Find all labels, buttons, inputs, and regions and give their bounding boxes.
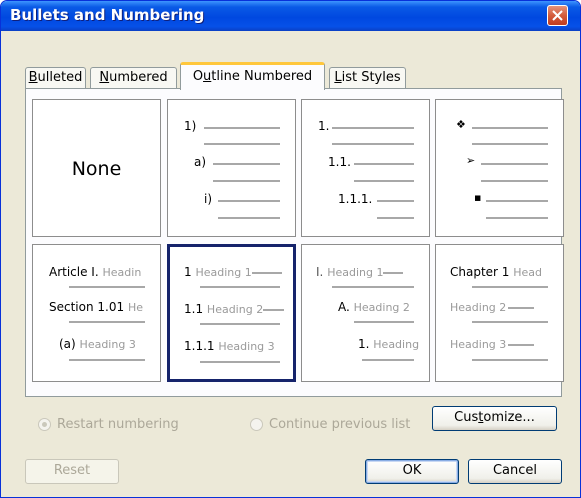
level-1-entry: Chapter 1 Head [450,265,543,279]
square-bullet-icon: ▪ [474,191,482,204]
tab-numbered[interactable]: Numbered [90,67,177,89]
customize-label-pre: Cus [454,410,479,425]
gallery-cell-roman-heading[interactable]: I. Heading 1 A. Heading 2 1. Heading [301,244,430,382]
cancel-button[interactable]: Cancel [468,459,562,484]
continue-previous-list-radio[interactable]: Continue previous list [250,417,410,432]
customize-label-post: omize... [483,410,535,425]
diamond-bullet-icon: ❖ [456,118,466,131]
level-3-number: 1.1.1. [338,192,373,206]
level-3-entry: 1. Heading [358,337,420,351]
bullets-numbering-dialog: Bullets and Numbering Bulleted Numbered … [0,0,581,498]
gallery-cell-none[interactable]: None [32,99,161,237]
close-button[interactable] [547,5,568,26]
gallery-cell-legal-heading[interactable]: 1 Heading 1 1.1 Heading 2 1.1.1 Heading … [167,244,296,382]
tab-label-post: umbered [109,70,168,85]
level-3-entry: 1.1.1 Heading 3 [184,339,275,353]
restart-numbering-label: Restart numbering [57,417,179,432]
level-2-number: a) [194,155,207,169]
level-3-number: i) [204,192,213,206]
radio-unselected-icon [250,418,263,431]
level-3-entry: Heading 3 [450,337,562,351]
window-title: Bullets and Numbering [10,6,205,24]
ok-button[interactable]: OK [365,459,459,484]
customize-button[interactable]: Customize... [432,406,557,431]
level-1-number: 1) [184,119,197,133]
level-2-entry: 1.1 Heading 2 [184,302,284,316]
level-2-entry: A. Heading 2 [338,300,410,314]
gallery-cell-bullets[interactable]: ❖ ➢ ▪ [435,99,564,237]
tab-label-post: tline Numbered [211,69,313,84]
tab-label-post: ulleted [37,70,83,85]
tab-label-pre: O [192,69,204,84]
tab-label-accel: B [28,70,38,85]
reset-button[interactable]: Reset [25,459,119,484]
close-icon [552,10,563,21]
level-1-number: 1. [318,119,330,133]
none-label: None [71,158,122,180]
tab-bulleted[interactable]: Bulleted [25,67,86,89]
tab-panel: None 1) a) i) 1. 1.1. 1.1.1. ❖ ➢ ▪ Artic… [25,88,564,432]
level-2-number: 1.1. [328,155,351,169]
gallery-cell-parenthesis[interactable]: 1) a) i) [167,99,296,237]
tab-label-post: ist Styles [341,70,401,85]
level-2-entry: Heading 2 [450,300,562,314]
tab-list-styles[interactable]: List Styles [329,67,406,89]
title-bar[interactable]: Bullets and Numbering [1,1,580,31]
continue-previous-list-label: Continue previous list [269,417,411,432]
arrow-bullet-icon: ➢ [466,154,476,167]
level-1-entry: I. Heading 1 [316,265,422,279]
gallery-cell-decimal[interactable]: 1. 1.1. 1.1.1. [301,99,430,237]
radio-selected-icon [38,418,51,431]
tab-label-accel: N [99,70,110,85]
tab-outline-numbered[interactable]: Outline Numbered [180,62,325,90]
level-1-entry: 1 Heading 1 [184,265,284,279]
level-3-entry: (a) Heading 3 [59,337,136,351]
restart-numbering-radio[interactable]: Restart numbering [38,417,179,432]
gallery-cell-chapter-heading[interactable]: Chapter 1 Head Heading 2 Heading 3 [435,244,564,382]
level-2-entry: Section 1.01 He [49,300,143,314]
tab-label-accel: L [334,70,342,85]
gallery-cell-article-section[interactable]: Article I. Headin Section 1.01 He (a) He… [32,244,161,382]
level-1-entry: Article I. Headin [49,265,142,279]
